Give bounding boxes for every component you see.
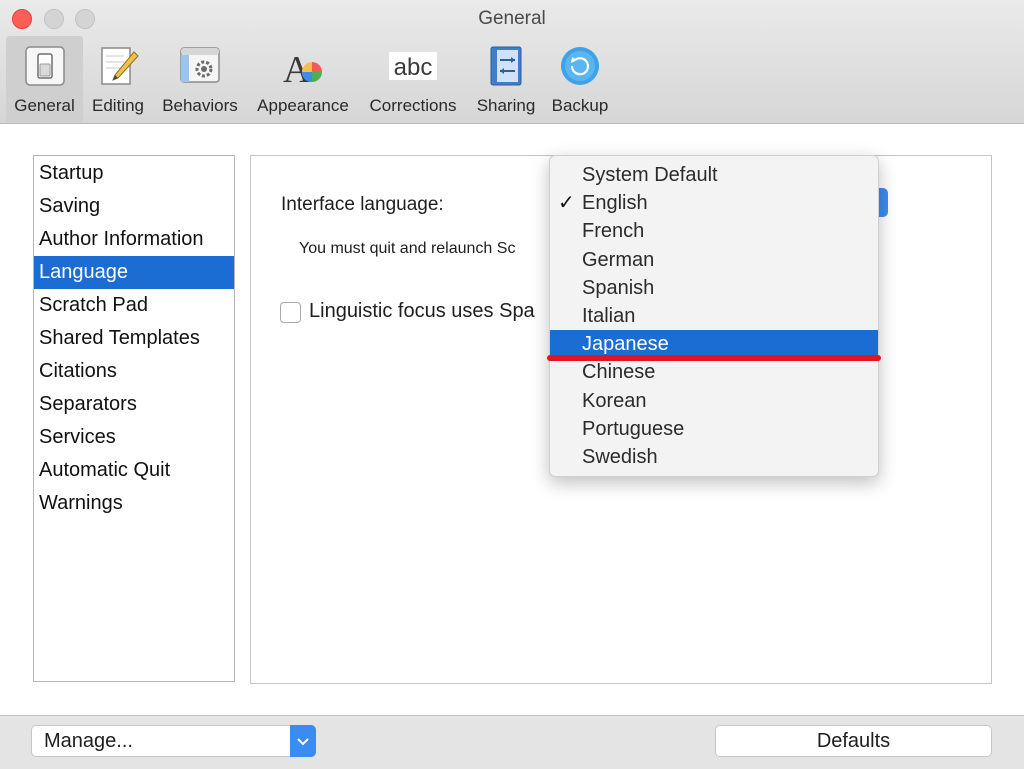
window-title: General [478,8,546,29]
toolbar-editing-label: Editing [92,96,144,115]
toolbar-appearance-label: Appearance [257,96,349,115]
sidebar-item-shared-templates[interactable]: Shared Templates [34,322,234,355]
menu-item-label: Japanese [582,333,669,356]
menu-item-label: Swedish [582,445,658,468]
sidebar-item-saving[interactable]: Saving [34,190,234,223]
manage-label: Manage... [44,730,133,752]
menu-item-german[interactable]: German [550,246,878,274]
chevron-down-icon[interactable] [290,725,316,757]
toolbar-sharing[interactable]: Sharing [470,36,542,122]
menu-item-label: German [582,248,655,271]
toolbar-general[interactable]: General [6,36,83,122]
menu-item-spanish[interactable]: Spanish [550,274,878,302]
pencil-icon [96,46,140,86]
linguistic-focus-label[interactable]: Linguistic focus uses Spa [309,300,549,323]
sidebar-item-scratch-pad[interactable]: Scratch Pad [34,289,234,322]
toolbar-behaviors-label: Behaviors [162,96,238,115]
sidebar-item-automatic-quit[interactable]: Automatic Quit [34,454,234,487]
sidebar-item-services[interactable]: Services [34,421,234,454]
menu-item-label: French [582,220,645,243]
language-dropdown-menu: System Default ✓ English French German S… [549,155,879,477]
menu-item-label: English [582,192,648,215]
toolbar-backup-label: Backup [551,96,609,115]
toolbar-editing[interactable]: Editing [86,36,150,122]
title-bar: General General Editing Behaviors A Appe… [0,0,1024,124]
menu-item-label: Spanish [582,276,655,299]
toolbar-corrections[interactable]: abc Corrections [362,36,464,122]
menu-item-label: Portuguese [582,417,685,440]
menu-item-italian[interactable]: Italian [550,302,878,330]
sidebar-item-separators[interactable]: Separators [34,388,234,421]
sidebar-item-startup[interactable]: Startup [34,157,234,190]
sidebar-item-warnings[interactable]: Warnings [34,487,234,520]
linguistic-focus-checkbox[interactable] [280,302,301,323]
menu-item-portuguese[interactable]: Portuguese [550,415,878,443]
abc-icon-text: abc [394,54,433,81]
toolbar-appearance[interactable]: A Appearance [250,36,356,122]
sharing-arrows-icon [484,46,528,86]
menu-item-chinese[interactable]: Chinese [550,358,878,386]
toolbar-sharing-label: Sharing [476,96,536,115]
backup-icon [558,46,602,86]
menu-item-system-default[interactable]: System Default [550,161,878,189]
menu-item-label: Korean [582,389,647,412]
font-color-icon: A [281,46,325,91]
abc-icon: abc [388,46,438,86]
toolbar-backup[interactable]: Backup [546,36,614,122]
preferences-sidebar: Startup Saving Author Information Langua… [33,155,235,682]
toolbar-behaviors[interactable]: Behaviors [156,36,244,122]
switch-icon [23,46,67,86]
menu-item-label: System Default [582,164,718,186]
toolbar-corrections-label: Corrections [369,96,457,115]
menu-item-label: Chinese [582,361,656,384]
menu-item-english[interactable]: ✓ English [550,189,878,217]
sidebar-item-language[interactable]: Language [34,256,234,289]
defaults-button[interactable]: Defaults [715,725,992,757]
sidebar-item-citations[interactable]: Citations [34,355,234,388]
toolbar-general-label: General [14,96,75,115]
checkmark-icon: ✓ [558,192,575,215]
gear-window-icon [178,46,222,86]
menu-item-french[interactable]: French [550,217,878,245]
sidebar-item-author-information[interactable]: Author Information [34,223,234,256]
annotation-underline [547,355,881,361]
menu-item-label: Italian [582,304,636,327]
interface-language-label: Interface language: [281,194,444,215]
menu-item-swedish[interactable]: Swedish [550,443,878,471]
relaunch-hint-text: You must quit and relaunch Sc [299,240,516,257]
menu-item-korean[interactable]: Korean [550,387,878,415]
manage-popup-button[interactable]: Manage... [31,725,316,757]
